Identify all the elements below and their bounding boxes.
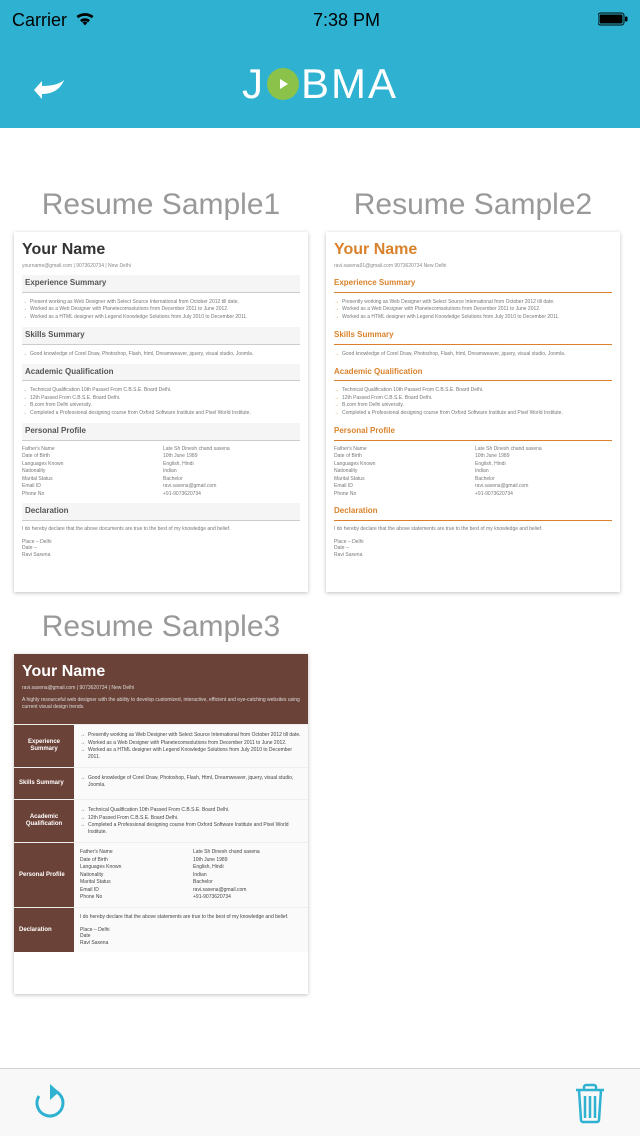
- wifi-icon: [75, 10, 95, 31]
- card-title: Resume Sample1: [14, 188, 308, 222]
- back-arrow-icon: [32, 76, 68, 104]
- logo-text-post: BMA: [301, 60, 398, 108]
- play-icon: [267, 68, 299, 100]
- resume-preview: Your Name yourname@gmail.com | 907362073…: [14, 232, 308, 592]
- nav-bar: J BMA: [0, 40, 640, 128]
- refresh-icon: [31, 1084, 69, 1122]
- app-logo: J BMA: [242, 60, 398, 108]
- resume-preview: Your Name ravi.saxena91@gmail.com 907362…: [326, 232, 620, 592]
- back-button[interactable]: [30, 70, 70, 110]
- resume-card-3[interactable]: Resume Sample3 Your Name ravi.saxena@gma…: [14, 610, 308, 994]
- battery-icon: [598, 10, 628, 31]
- logo-text-pre: J: [242, 60, 265, 108]
- resume-preview: Your Name ravi.saxena@gmail.com | 907362…: [14, 654, 308, 994]
- template-grid[interactable]: Resume Sample1 Your Name yourname@gmail.…: [0, 128, 640, 1068]
- resume-card-2[interactable]: Resume Sample2 Your Name ravi.saxena91@g…: [326, 188, 620, 592]
- card-title: Resume Sample3: [14, 610, 308, 644]
- delete-button[interactable]: [568, 1081, 612, 1125]
- card-title: Resume Sample2: [326, 188, 620, 222]
- trash-icon: [572, 1082, 608, 1124]
- carrier-label: Carrier: [12, 10, 67, 31]
- refresh-button[interactable]: [28, 1081, 72, 1125]
- resume-card-1[interactable]: Resume Sample1 Your Name yourname@gmail.…: [14, 188, 308, 592]
- clock: 7:38 PM: [313, 10, 380, 31]
- status-bar: Carrier 7:38 PM: [0, 0, 640, 40]
- bottom-toolbar: [0, 1068, 640, 1136]
